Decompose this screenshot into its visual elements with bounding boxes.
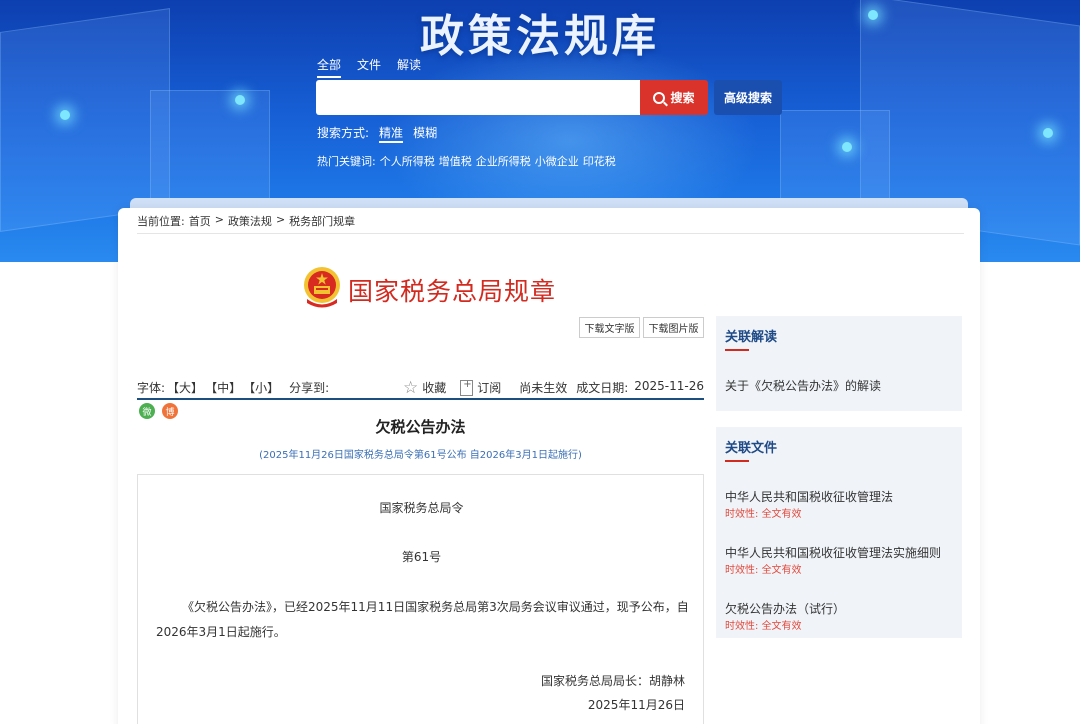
download-image-button[interactable]: 下载图片版 [643, 317, 704, 338]
search-mode: 搜索方式: 精准 模糊 [317, 124, 437, 143]
download-text-button[interactable]: 下载文字版 [579, 317, 640, 338]
font-size-small[interactable]: 【小】 [243, 379, 279, 396]
search-icon [653, 91, 666, 104]
document-toolbar: 字体: 【大】 【中】 【小】 分享到: ☆ 收藏 订阅 尚未生效 成文日期: … [137, 379, 704, 399]
order-number: 第61号 [401, 550, 442, 564]
search-mode-label: 搜索方式: [317, 126, 370, 140]
share-label: 分享到: [289, 381, 330, 395]
breadcrumb-label: 当前位置: [137, 215, 185, 228]
related-document-status: 时效性: 全文有效 [725, 561, 802, 576]
date-value: 2025-11-26 [634, 379, 704, 393]
font-size-large[interactable]: 【大】 [167, 379, 203, 396]
status-label: 时效性: [725, 509, 759, 520]
search-mode-fuzzy[interactable]: 模糊 [413, 124, 437, 143]
breadcrumb-separator: > [275, 213, 286, 226]
related-documents-panel: 关联文件 中华人民共和国税收征收管理法 时效性: 全文有效 中华人民共和国税收征… [716, 427, 962, 638]
date-info: 成文日期: 2025-11-26 [576, 379, 704, 396]
font-size-controls: 字体: 【大】 【中】 【小】 分享到: [137, 379, 329, 396]
search-mode-exact[interactable]: 精准 [379, 124, 404, 143]
hot-keywords-label: 热门关键词: [317, 155, 376, 168]
search-tabs: 全部 文件 解读 [317, 56, 421, 78]
related-document-status: 时效性: 全文有效 [725, 505, 802, 520]
hot-keywords: 热门关键词: 个人所得税 增值税 企业所得税 小微企业 印花税 [317, 153, 616, 169]
body-paragraph-line: 2026年3月1日起施行。 [156, 625, 286, 639]
font-size-medium[interactable]: 【中】 [205, 379, 241, 396]
heading-accent [725, 460, 749, 462]
star-icon[interactable]: ☆ [403, 379, 418, 396]
date-label: 成文日期: [576, 381, 629, 395]
tab-all[interactable]: 全部 [317, 56, 342, 78]
search-input[interactable] [316, 80, 640, 115]
breadcrumb-policy[interactable]: 政策法规 [228, 213, 272, 229]
document-body: 国家税务总局令 第61号 《欠税公告办法》，已经2025年11月11日国家税务总… [137, 474, 704, 724]
signer: 国家税务总局局长：胡静林 [540, 674, 685, 688]
issuer-line: 国家税务总局令 [379, 501, 464, 515]
hot-keyword[interactable]: 增值税 [439, 153, 472, 169]
document-subtitle: (2025年11月26日国家税务总局令第61号公布 自2026年3月1日起施行) [259, 450, 582, 461]
tab-interpretation[interactable]: 解读 [397, 56, 421, 78]
related-interpretation-panel: 关联解读 关于《欠税公告办法》的解读 [716, 316, 962, 411]
related-documents-heading: 关联文件 [725, 441, 778, 456]
advanced-search-button[interactable]: 高级搜索 [714, 80, 782, 115]
body-paragraph-line: 《欠税公告办法》，已经2025年11月11日国家税务总局第3次局务会议审议通过，… [182, 600, 689, 614]
national-emblem-icon [304, 267, 340, 308]
sign-date: 2025年11月26日 [587, 698, 685, 712]
toolbar-divider [137, 398, 704, 400]
hot-keyword[interactable]: 印花税 [583, 153, 616, 169]
heading-accent [725, 349, 749, 351]
search-button-label: 搜索 [670, 91, 695, 105]
related-interpretation-heading: 关联解读 [725, 330, 778, 345]
divider [137, 233, 964, 234]
hot-keyword[interactable]: 个人所得税 [380, 153, 435, 169]
tab-files[interactable]: 文件 [357, 56, 381, 78]
search-button[interactable]: 搜索 [640, 80, 708, 115]
status-value: 全文有效 [761, 509, 802, 520]
related-document-status: 时效性: 全文有效 [725, 617, 802, 632]
banner-light-dot [235, 95, 245, 105]
banner-light-dot [842, 142, 852, 152]
banner-light-dot [1043, 128, 1053, 138]
related-document-link[interactable]: 欠税公告办法（试行） [725, 600, 845, 617]
collect-subscribe: ☆ 收藏 订阅 尚未生效 [403, 379, 568, 397]
breadcrumb-current[interactable]: 税务部门规章 [289, 213, 355, 229]
status-label: 时效性: [725, 621, 759, 632]
hot-keyword[interactable]: 小微企业 [535, 153, 579, 169]
agency-heading: 国家税务总局规章 [348, 277, 557, 306]
breadcrumb-separator: > [214, 213, 224, 226]
related-document-link[interactable]: 中华人民共和国税收征收管理法 [725, 488, 893, 505]
subscribe-link[interactable]: 订阅 [477, 379, 501, 396]
font-size-label: 字体: [137, 381, 166, 395]
related-interpretation-link[interactable]: 关于《欠税公告办法》的解读 [725, 377, 881, 394]
subscribe-icon[interactable] [460, 379, 474, 396]
banner-title: 政策法规库 [420, 11, 660, 62]
document-title: 欠税公告办法 [375, 418, 466, 436]
status-label: 时效性: [725, 565, 759, 576]
breadcrumb-home[interactable]: 首页 [189, 213, 211, 229]
breadcrumb: 当前位置: 首页 > 政策法规 > 税务部门规章 [137, 213, 355, 229]
collect-link[interactable]: 收藏 [422, 379, 446, 396]
status-value: 全文有效 [761, 565, 802, 576]
hot-keyword[interactable]: 企业所得税 [476, 153, 531, 169]
related-document-link[interactable]: 中华人民共和国税收征收管理法实施细则 [725, 544, 941, 561]
effect-status: 尚未生效 [519, 381, 568, 395]
banner-light-dot [60, 110, 70, 120]
status-value: 全文有效 [761, 621, 802, 632]
